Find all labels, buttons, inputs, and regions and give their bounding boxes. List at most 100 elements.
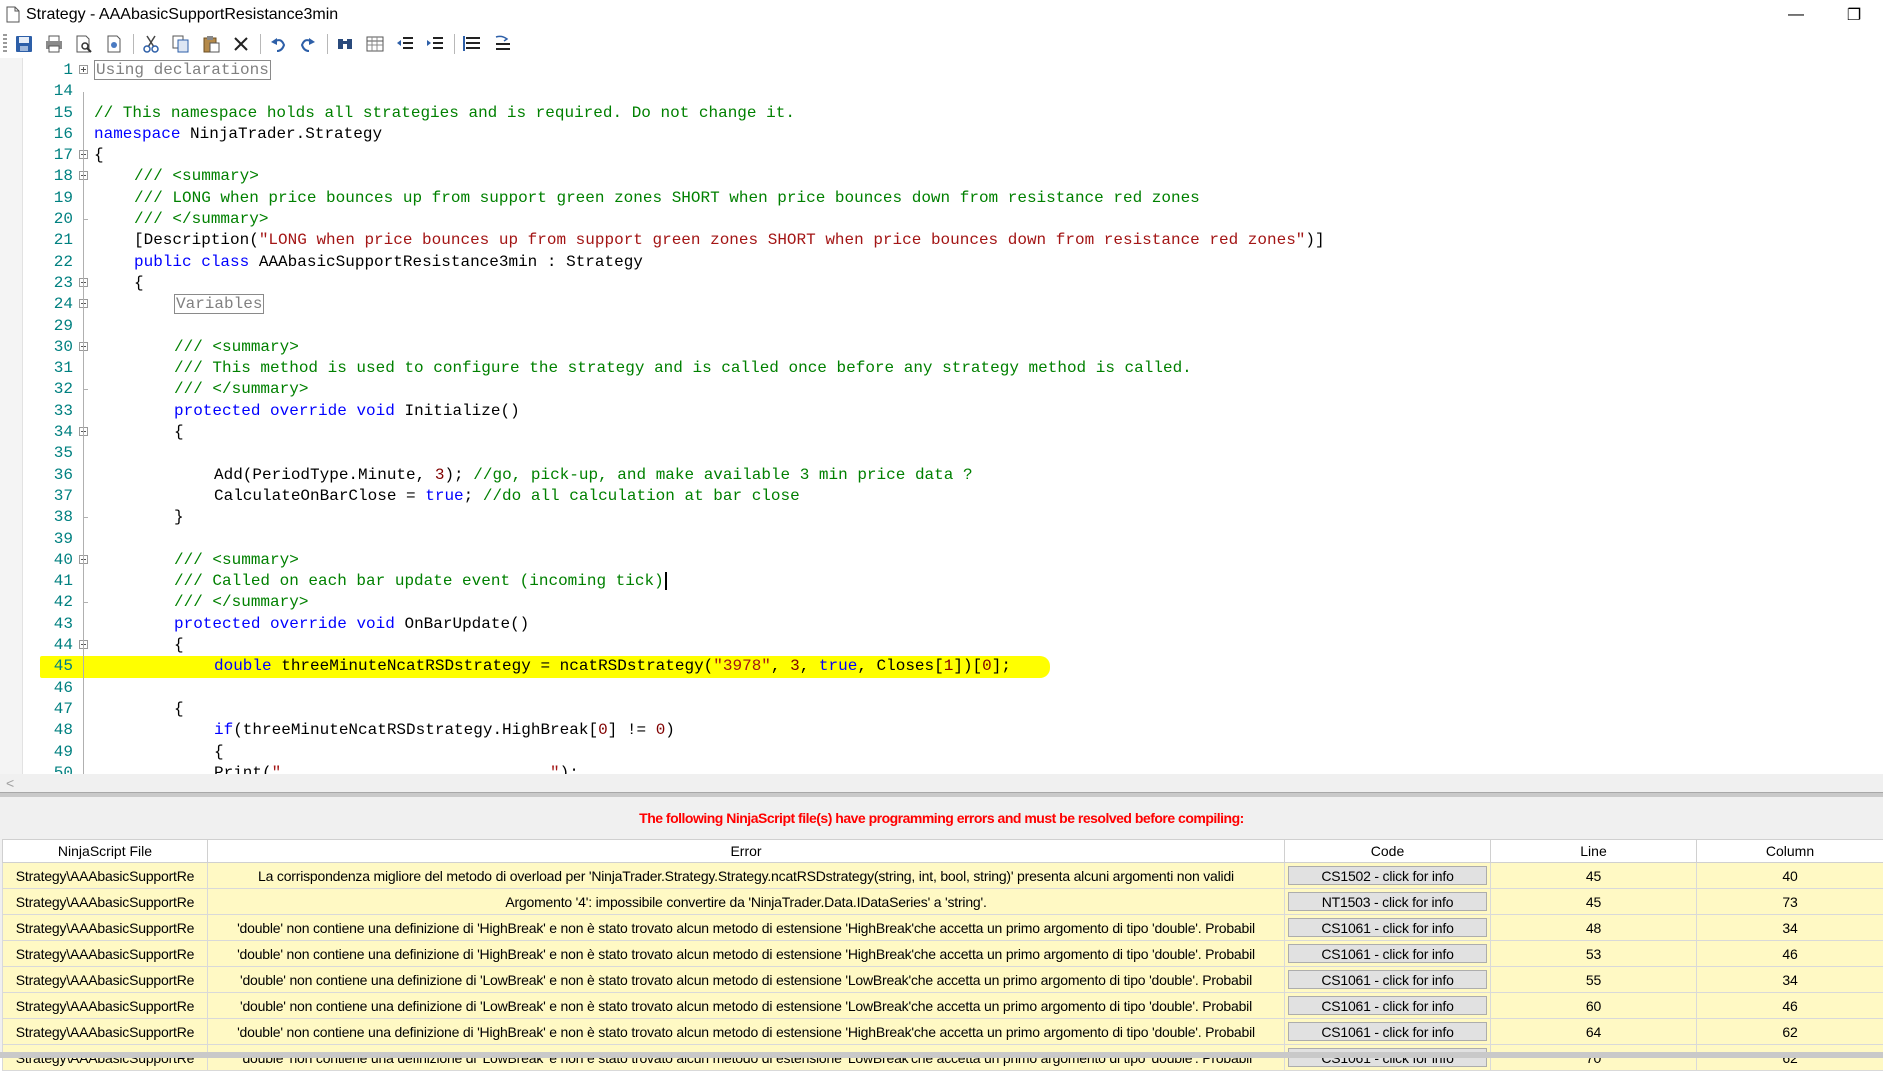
code-line[interactable]: 30/// <summary>: [0, 337, 1883, 358]
error-row[interactable]: Strategy\AAAbasicSupportReArgomento '4':…: [3, 889, 1883, 915]
toolbar-grip[interactable]: [3, 34, 7, 54]
code-token: CalculateOnBarClose =: [214, 487, 425, 505]
code-line[interactable]: 43protected override void OnBarUpdate(): [0, 614, 1883, 635]
code-line[interactable]: 46: [0, 678, 1883, 699]
save-button[interactable]: [11, 31, 37, 57]
code-line[interactable]: 38}: [0, 507, 1883, 528]
code-line[interactable]: 14: [0, 81, 1883, 102]
error-column-cell: 34: [1697, 967, 1883, 993]
code-line[interactable]: 34{: [0, 422, 1883, 443]
column-header-line[interactable]: Line: [1491, 840, 1697, 863]
code-token: "LONG when price bounces up from support…: [259, 231, 1306, 249]
code-line[interactable]: 29: [0, 316, 1883, 337]
code-line[interactable]: 1 Using declarations: [0, 60, 1883, 81]
code-line[interactable]: 41/// Called on each bar update event (i…: [0, 571, 1883, 592]
code-token: namespace: [94, 125, 180, 143]
code-line[interactable]: 40/// <summary>: [0, 550, 1883, 571]
code-line[interactable]: 48if(threeMinuteNcatRSDstrategy.HighBrea…: [0, 720, 1883, 741]
column-header-error[interactable]: Error: [208, 840, 1285, 863]
code-line[interactable]: 23{: [0, 273, 1883, 294]
code-line[interactable]: 22public class AAAbasicSupportResistance…: [0, 252, 1883, 273]
delete-button[interactable]: [228, 31, 254, 57]
error-row[interactable]: Strategy\AAAbasicSupportRe'double' non c…: [3, 941, 1883, 967]
code-token: [347, 402, 357, 420]
paste-button[interactable]: [198, 31, 224, 57]
page-setup-button[interactable]: [101, 31, 127, 57]
code-line[interactable]: 33protected override void Initialize(): [0, 401, 1883, 422]
code-line[interactable]: 50Print(" ");: [0, 763, 1883, 774]
code-text: /// </summary>: [134, 209, 268, 230]
error-info-button[interactable]: CS1061 - click for info: [1288, 1022, 1487, 1041]
scroll-left-icon[interactable]: <: [6, 774, 14, 792]
code-text: {: [174, 699, 184, 720]
code-line[interactable]: 16namespace NinjaTrader.Strategy: [0, 124, 1883, 145]
code-line[interactable]: 35: [0, 443, 1883, 464]
code-line[interactable]: 17{: [0, 145, 1883, 166]
line-number: 45: [22, 656, 73, 677]
expand-icon[interactable]: [79, 65, 88, 74]
code-line[interactable]: 15// This namespace holds all strategies…: [0, 103, 1883, 124]
error-line-cell: 64: [1491, 1019, 1697, 1045]
line-number: 29: [22, 316, 73, 337]
code-line[interactable]: 21[Description("LONG when price bounces …: [0, 230, 1883, 251]
redo-button[interactable]: [295, 31, 321, 57]
code-line[interactable]: 19/// LONG when price bounces up from su…: [0, 188, 1883, 209]
error-info-button[interactable]: CS1061 - click for info: [1288, 970, 1487, 989]
code-line[interactable]: 39: [0, 529, 1883, 550]
comment-button[interactable]: [459, 31, 485, 57]
error-line-cell: 48: [1491, 915, 1697, 941]
code-line[interactable]: 18/// <summary>: [0, 166, 1883, 187]
error-info-button[interactable]: NT1503 - click for info: [1288, 892, 1487, 911]
code-line[interactable]: 44{: [0, 635, 1883, 656]
error-row[interactable]: Strategy\AAAbasicSupportRe'double' non c…: [3, 915, 1883, 941]
code-line[interactable]: 32/// </summary>: [0, 379, 1883, 400]
error-line-cell: 55: [1491, 967, 1697, 993]
line-number: 50: [22, 763, 73, 774]
error-row[interactable]: Strategy\AAAbasicSupportRe'double' non c…: [3, 993, 1883, 1019]
collapsed-region[interactable]: Using declarations: [94, 60, 271, 80]
error-info-button[interactable]: CS1061 - click for info: [1288, 918, 1487, 937]
outdent-icon: [396, 35, 414, 53]
find-replace-icon: [366, 35, 384, 53]
outdent-button[interactable]: [392, 31, 418, 57]
error-row[interactable]: Strategy\AAAbasicSupportReLa corrisponde…: [3, 863, 1883, 889]
code-line[interactable]: 47{: [0, 699, 1883, 720]
restore-button[interactable]: ❐: [1825, 0, 1883, 29]
column-header-code[interactable]: Code: [1285, 840, 1491, 863]
code-line[interactable]: 45double threeMinuteNcatRSDstrategy = nc…: [0, 656, 1883, 677]
print-preview-button[interactable]: [71, 31, 97, 57]
code-editor[interactable]: 1 Using declarations1415// This namespace…: [0, 58, 1883, 774]
code-line[interactable]: 24Variables: [0, 294, 1883, 315]
minimize-button[interactable]: —: [1767, 0, 1825, 29]
horizontal-scrollbar[interactable]: <: [0, 774, 1883, 792]
code-line[interactable]: 31/// This method is used to configure t…: [0, 358, 1883, 379]
code-line[interactable]: 37CalculateOnBarClose = true; //do all c…: [0, 486, 1883, 507]
undo-button[interactable]: [265, 31, 291, 57]
code-text: protected override void OnBarUpdate(): [174, 614, 529, 635]
code-line[interactable]: 42/// </summary>: [0, 592, 1883, 613]
code-line[interactable]: 20/// </summary>: [0, 209, 1883, 230]
line-number: 31: [22, 358, 73, 379]
column-header-file[interactable]: NinjaScript File: [3, 840, 208, 863]
collapsed-region[interactable]: Variables: [174, 294, 264, 314]
column-header-column[interactable]: Column: [1697, 840, 1883, 863]
code-line[interactable]: 49{: [0, 742, 1883, 763]
line-number: 22: [22, 252, 73, 273]
line-number: 1: [22, 60, 73, 81]
error-row[interactable]: Strategy\AAAbasicSupportRe'double' non c…: [3, 967, 1883, 993]
find-button[interactable]: [332, 31, 358, 57]
uncomment-button[interactable]: [489, 31, 515, 57]
bottom-border: [0, 1052, 1883, 1058]
error-row[interactable]: Strategy\AAAbasicSupportRe'double' non c…: [3, 1019, 1883, 1045]
error-message-cell: 'double' non contiene una definizione di…: [208, 915, 1285, 941]
find-replace-button[interactable]: [362, 31, 388, 57]
code-line[interactable]: 36Add(PeriodType.Minute, 3); //go, pick-…: [0, 465, 1883, 486]
indent-button[interactable]: [422, 31, 448, 57]
error-info-button[interactable]: CS1502 - click for info: [1288, 866, 1487, 885]
error-info-button[interactable]: CS1061 - click for info: [1288, 996, 1487, 1015]
print-button[interactable]: [41, 31, 67, 57]
copy-button[interactable]: [168, 31, 194, 57]
error-info-button[interactable]: CS1061 - click for info: [1288, 944, 1487, 963]
cut-button[interactable]: [138, 31, 164, 57]
line-number: 36: [22, 465, 73, 486]
